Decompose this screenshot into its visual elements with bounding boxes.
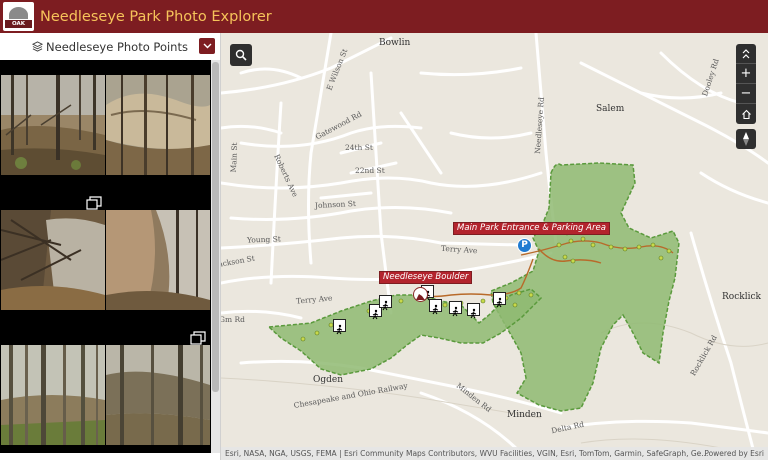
street-label: 24th St [345, 143, 373, 152]
photo-thumbnail[interactable] [106, 345, 210, 445]
hiking-icon[interactable] [467, 303, 480, 319]
hiking-icon[interactable] [379, 295, 392, 311]
hiking-icon[interactable] [333, 319, 346, 335]
oak-hill-logo: OAK HILL [3, 2, 34, 31]
home-icon [741, 109, 751, 119]
photo-thumbnail[interactable] [1, 345, 105, 445]
photo-panel: Needleseye Photo Points [0, 33, 221, 460]
multiple-photos-icon [190, 331, 206, 345]
place-label: Minden [507, 410, 542, 420]
hiking-icon[interactable] [429, 299, 442, 315]
app-header: OAK HILL Needleseye Park Photo Explorer [0, 0, 768, 33]
hiking-icon[interactable] [493, 292, 506, 308]
compass-icon [743, 132, 749, 146]
callout-main-entrance[interactable]: Main Park Entrance & Parking Area [453, 222, 610, 235]
basemap [221, 33, 768, 460]
boulder-icon[interactable] [413, 287, 428, 302]
photo-gallery[interactable] [0, 60, 211, 453]
callout-needleseye-boulder[interactable]: Needleseye Boulder [379, 271, 473, 284]
map-controls: + − [736, 44, 756, 124]
street-label: Gm Rd [221, 315, 245, 324]
parking-icon[interactable]: P [517, 238, 532, 253]
street-label: Main St [228, 142, 239, 173]
home-button[interactable] [736, 104, 756, 124]
street-label: 22nd St [355, 166, 385, 175]
street-label: Young St [246, 234, 281, 245]
place-label: Ogden [313, 375, 344, 385]
expand-button[interactable] [736, 44, 756, 64]
layers-icon [32, 41, 44, 52]
photo-thumbnail[interactable] [1, 75, 105, 175]
collapse-panel-button[interactable] [199, 38, 215, 54]
photo-thumbnail[interactable] [106, 75, 210, 175]
panel-header: Needleseye Photo Points [0, 33, 220, 60]
scrollbar-thumb[interactable] [212, 62, 219, 392]
search-button[interactable] [230, 44, 252, 66]
chevron-down-icon [203, 43, 211, 49]
place-label: Bowlin [379, 38, 411, 48]
app-title: Needleseye Park Photo Explorer [40, 8, 272, 25]
place-label: Salem [596, 104, 625, 114]
gallery-scrollbar[interactable] [211, 60, 220, 453]
zoom-out-button[interactable]: − [736, 84, 756, 104]
map-attribution: Esri, NASA, NGA, USGS, FEMA | Esri Commu… [221, 447, 768, 460]
powered-by-esri[interactable]: Powered by Esri [704, 447, 764, 460]
photo-thumbnail[interactable] [1, 210, 105, 310]
place-label: Rocklick [722, 292, 761, 302]
map-view[interactable]: P Main Park Entrance & Parking Area Need… [221, 33, 768, 460]
compass-button[interactable] [736, 129, 756, 149]
zoom-in-button[interactable]: + [736, 64, 756, 84]
multiple-photos-icon [86, 196, 102, 210]
search-icon [235, 49, 247, 61]
attribution-text: Esri, NASA, NGA, USGS, FEMA | Esri Commu… [225, 449, 709, 458]
panel-title: Needleseye Photo Points [46, 39, 188, 54]
photo-thumbnail[interactable] [106, 210, 210, 310]
expand-icon [742, 48, 750, 58]
hiking-icon[interactable] [449, 301, 462, 317]
